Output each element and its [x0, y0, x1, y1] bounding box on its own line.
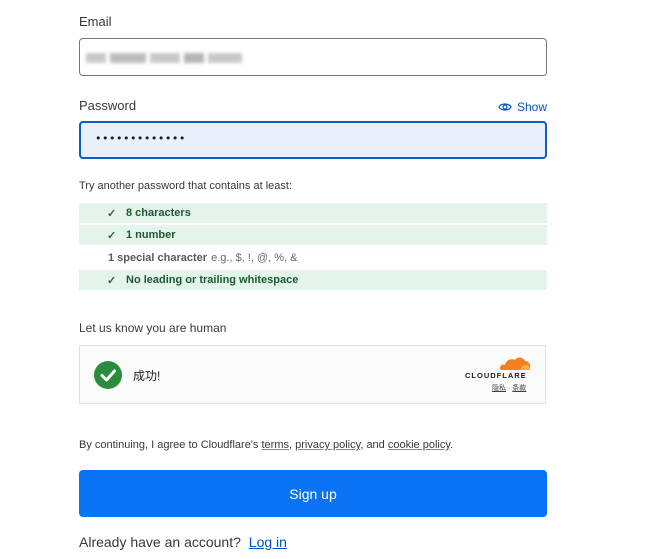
cookie-policy-link[interactable]: cookie policy [388, 439, 450, 451]
success-check-icon [94, 361, 122, 389]
terms-link[interactable]: 条款 [512, 385, 526, 392]
check-icon: ✓ [107, 229, 117, 242]
agreement-prefix: By continuing, I agree to Cloudflare's [79, 439, 262, 451]
requirement-text: 1 special character [108, 252, 208, 264]
password-label: Password [79, 98, 137, 113]
human-check-label: Let us know you are human [79, 321, 227, 335]
email-label: Email [79, 14, 112, 29]
login-prompt: Already have an account? Log in [79, 534, 287, 550]
requirement-item: ✓ 1 number [79, 225, 547, 245]
login-link[interactable]: Log in [249, 534, 287, 550]
show-password-label: Show [517, 100, 548, 114]
check-icon: ✓ [107, 207, 117, 220]
check-icon: ✓ [107, 274, 117, 287]
requirement-item: ✓ No leading or trailing whitespace [79, 270, 547, 290]
turnstile-widget[interactable]: 成功! CLOUDFLARE 隐私 · 条款 [79, 345, 546, 404]
requirement-example: e.g., $, !, @, %, & [211, 252, 298, 264]
terms-of-service-link[interactable]: terms [261, 439, 289, 451]
password-value: ••••••••••••• [95, 132, 186, 145]
password-input[interactable]: ••••••••••••• [79, 121, 547, 159]
agreement-suffix: . [450, 439, 454, 451]
email-input[interactable] [79, 38, 547, 76]
cloudflare-wordmark: CLOUDFLARE [465, 371, 527, 380]
agreement-separator: , and [360, 439, 388, 451]
show-password-toggle[interactable]: Show [498, 100, 547, 114]
captcha-status: 成功! [133, 369, 161, 383]
captcha-links: 隐私 · 条款 [492, 383, 526, 393]
link-separator: · [507, 385, 511, 392]
sign-up-button[interactable]: Sign up [79, 470, 547, 517]
requirement-item: ✓ 8 characters [79, 203, 547, 223]
requirement-text: 1 number [126, 229, 176, 241]
requirement-text: 8 characters [126, 207, 191, 219]
agreement-text: By continuing, I agree to Cloudflare's t… [79, 439, 453, 451]
requirement-item: 1 special character e.g., $, !, @, %, & [79, 248, 547, 268]
login-prompt-text: Already have an account? [79, 534, 241, 550]
privacy-policy-link[interactable]: privacy policy [295, 439, 360, 451]
privacy-link[interactable]: 隐私 [492, 385, 506, 392]
requirement-text: No leading or trailing whitespace [126, 274, 299, 286]
password-requirements-title: Try another password that contains at le… [79, 180, 292, 192]
eye-icon [498, 102, 512, 112]
